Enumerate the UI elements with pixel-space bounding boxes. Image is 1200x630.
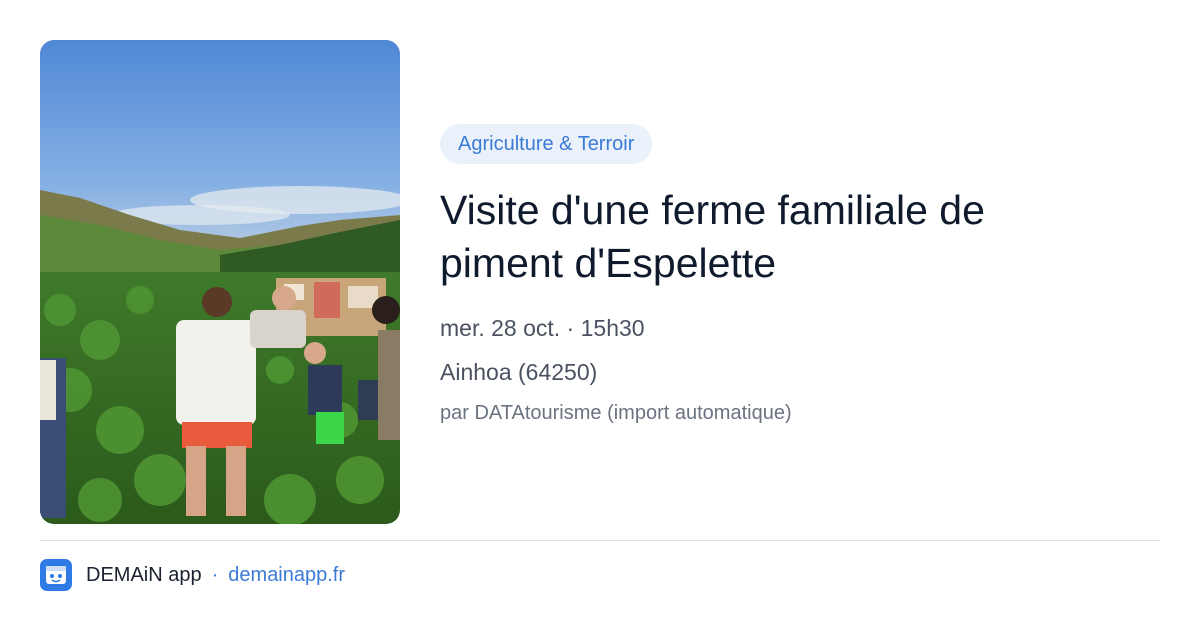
event-datetime: mer. 28 oct. · 15h30 [440,315,645,341]
app-name: DEMAiN app [86,563,202,586]
event-source: par DATAtourisme (import automatique) [440,402,792,424]
footer: DEMAiN app · demainapp.fr [40,558,345,592]
footer-divider [40,540,1160,541]
event-details: Agriculture & Terroir Visite d'une ferme… [440,124,1160,426]
category-badge[interactable]: Agriculture & Terroir [440,124,653,164]
demain-app-logo-icon [40,559,72,591]
event-location: Ainhoa (64250) [440,359,598,385]
event-photo [40,40,400,524]
app-website-link[interactable]: demainapp.fr [228,564,345,587]
event-title: Visite d'une ferme familiale de piment d… [440,187,985,286]
footer-separator: · [211,563,219,586]
farm-visit-photo [40,40,400,524]
